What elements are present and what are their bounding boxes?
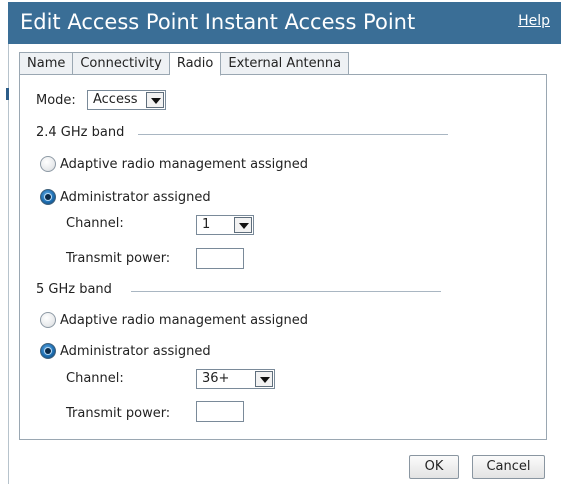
band-24-divider [138,134,448,135]
band-5-channel-label: Channel: [66,371,124,386]
radio-panel: Mode: Access 2.4 GHz band Adaptive radio… [19,74,547,440]
band-24-channel-select[interactable]: 1 [196,215,254,235]
dialog-title: Edit Access Point Instant Access Point [20,10,416,34]
band-5-admin-radio[interactable] [40,343,56,359]
left-border [8,44,9,484]
band-24-channel-label: Channel: [66,216,124,231]
band-24-power-input[interactable] [196,248,244,269]
band-5-power-label: Transmit power: [66,406,171,421]
band-24-adaptive-radio[interactable] [40,156,56,172]
band-5-channel-value: 36+ [202,371,230,386]
mode-select-value: Access [93,92,138,107]
band-5-divider [131,291,441,292]
band-5-adaptive-radio[interactable] [40,312,56,328]
band-24-adaptive-label: Adaptive radio management assigned [60,157,309,172]
band-24-power-label: Transmit power: [66,251,171,266]
edit-access-point-dialog: Edit Access Point Instant Access Point H… [0,0,561,491]
band-24-channel-value: 1 [202,217,211,232]
tab-external-antenna[interactable]: External Antenna [221,52,350,75]
band-5-adaptive-label: Adaptive radio management assigned [60,313,309,328]
title-bar: Edit Access Point Instant Access Point H… [8,2,561,44]
tab-connectivity[interactable]: Connectivity [73,52,170,75]
chevron-down-icon [146,92,164,108]
tab-name[interactable]: Name [19,52,74,75]
band-5-power-input[interactable] [196,401,244,422]
help-link[interactable]: Help [518,13,550,29]
band-24-admin-radio[interactable] [40,189,56,205]
mode-select[interactable]: Access [87,90,166,110]
chevron-down-icon [255,371,273,387]
chevron-down-icon [234,217,252,233]
left-marker [6,88,9,100]
band-5-channel-select[interactable]: 36+ [196,369,275,389]
mode-label: Mode: [36,93,76,108]
band-5-title: 5 GHz band [36,282,112,297]
band-24-title: 2.4 GHz band [36,125,125,140]
cancel-button[interactable]: Cancel [472,455,545,479]
ok-button[interactable]: OK [409,455,459,479]
band-24-admin-label: Administrator assigned [60,190,211,205]
band-5-admin-label: Administrator assigned [60,344,211,359]
tab-radio[interactable]: Radio [169,52,222,76]
tab-bar: Name Connectivity Radio External Antenna [19,52,350,76]
